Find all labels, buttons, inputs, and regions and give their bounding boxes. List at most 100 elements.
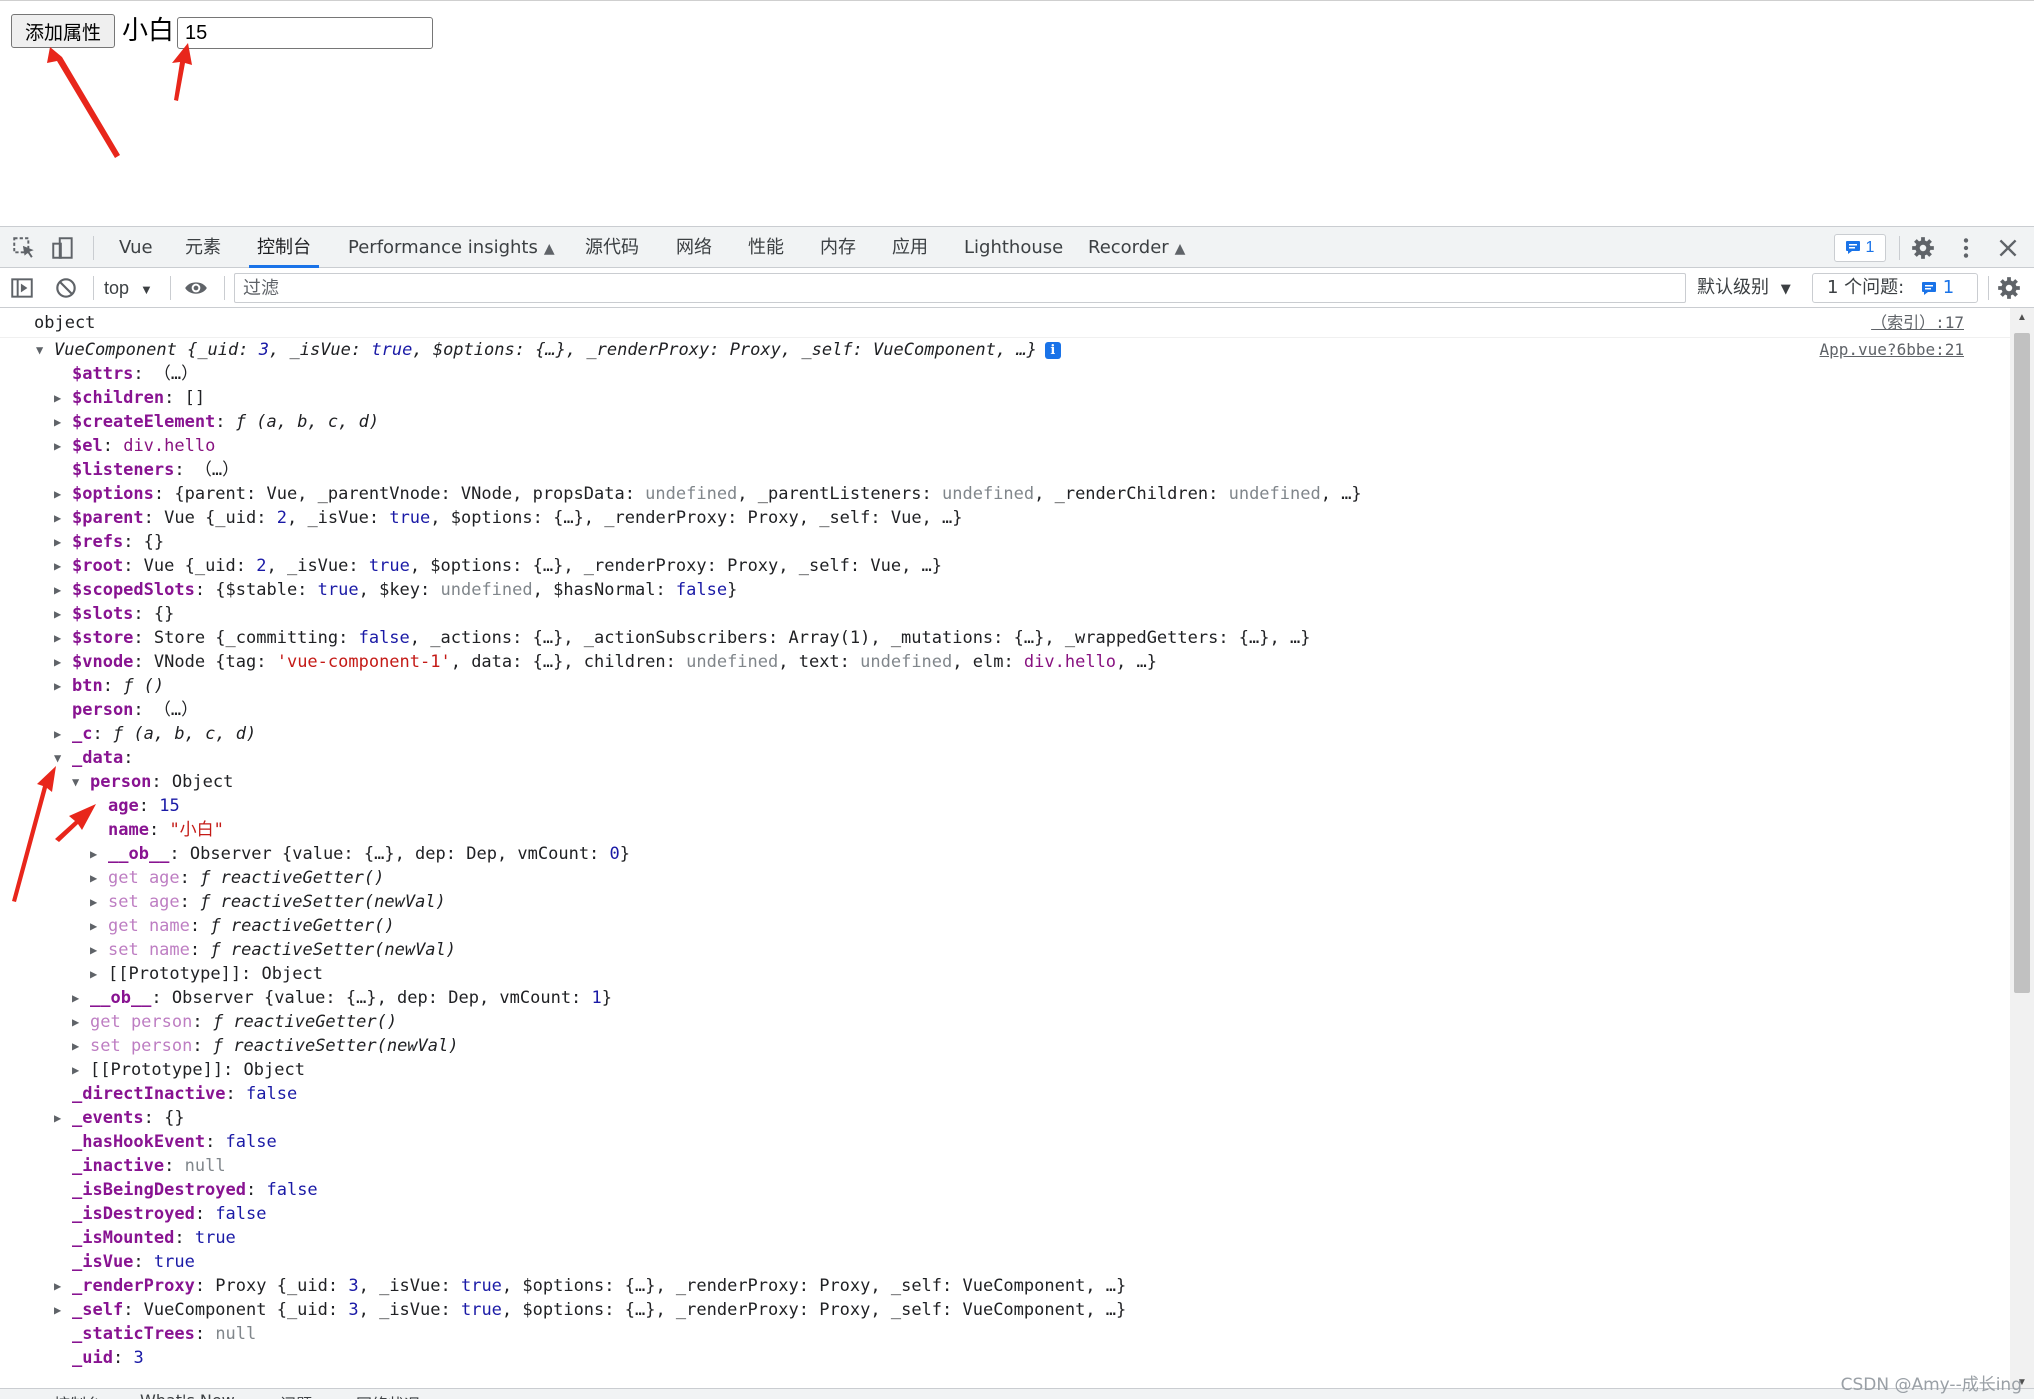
- property-key: _directInactive: [72, 1084, 226, 1104]
- scroll-up-icon[interactable]: ▲: [2017, 312, 2027, 323]
- tab-lighthouse[interactable]: Lighthouse: [964, 227, 1063, 268]
- tree-node-row[interactable]: ▶ [[Prototype]]: Object: [90, 962, 323, 986]
- property-key: $scopedSlots: [72, 580, 195, 600]
- expand-triangle-right-icon[interactable]: ▶: [54, 1298, 72, 1322]
- close-icon[interactable]: [1995, 235, 2021, 261]
- expand-triangle-right-icon[interactable]: ▶: [54, 1106, 72, 1130]
- log-levels-selector[interactable]: 默认级别 ▼: [1697, 274, 1791, 302]
- add-property-button[interactable]: 添加属性: [11, 14, 115, 48]
- tree-node-row[interactable]: ▶ $scopedSlots: {$stable: true, $key: und…: [54, 578, 737, 602]
- tree-node-row[interactable]: ▶ _events: {}: [54, 1106, 185, 1130]
- expand-triangle-right-icon[interactable]: ▶: [54, 554, 72, 578]
- expand-triangle-right-icon[interactable]: ▶: [72, 1058, 90, 1082]
- context-selector[interactable]: top ▼: [104, 274, 153, 302]
- source-link[interactable]: （索引）:17: [1871, 308, 1964, 338]
- tab-recorder[interactable]: Recorder ▲: [1088, 227, 1185, 268]
- tree-node-row[interactable]: ▶ set name: ƒ reactiveSetter(newVal): [90, 938, 456, 962]
- tree-node-row[interactable]: ▶ $createElement: ƒ (a, b, c, d): [54, 410, 379, 434]
- expand-triangle-right-icon[interactable]: ▶: [54, 650, 72, 674]
- tab-application[interactable]: 应用: [892, 227, 928, 268]
- expand-triangle-right-icon[interactable]: ▶: [54, 530, 72, 554]
- expand-triangle-down-icon[interactable]: ▼: [72, 770, 90, 794]
- drawer-tab-issues[interactable]: 问题: [280, 1391, 312, 1399]
- object-source-link[interactable]: App.vue?6bbe:21: [1820, 338, 1965, 362]
- expand-triangle-down-icon[interactable]: ▼: [54, 746, 72, 770]
- expand-triangle-right-icon[interactable]: ▶: [54, 674, 72, 698]
- tree-node-row[interactable]: ▶ _c: ƒ (a, b, c, d): [54, 722, 256, 746]
- inspect-element-icon[interactable]: [11, 235, 37, 261]
- tree-node-row[interactable]: ▶ set person: ƒ reactiveSetter(newVal): [72, 1034, 458, 1058]
- tree-node-row[interactable]: ▼ VueComponent {_uid: 3, _isVue: true, $o…: [36, 338, 1061, 362]
- expand-triangle-right-icon[interactable]: ▶: [90, 938, 108, 962]
- issues-button[interactable]: 1 个问题: 1: [1812, 273, 1978, 303]
- tree-node-row[interactable]: ▶ $root: Vue {_uid: 2, _isVue: true, $opt…: [54, 554, 942, 578]
- expand-triangle-down-icon[interactable]: ▼: [36, 338, 54, 362]
- expand-triangle-right-icon[interactable]: ▶: [90, 962, 108, 986]
- expand-triangle-right-icon[interactable]: ▶: [54, 506, 72, 530]
- tree-node-row[interactable]: ▶ [[Prototype]]: Object: [72, 1058, 305, 1082]
- expand-triangle-right-icon[interactable]: ▶: [90, 842, 108, 866]
- expand-triangle-right-icon[interactable]: ▶: [72, 1034, 90, 1058]
- tree-node-row[interactable]: ▶ $refs: {}: [54, 530, 164, 554]
- tree-node-row[interactable]: ▶ $el: div.hello: [54, 434, 215, 458]
- property-key: _isMounted: [72, 1228, 175, 1248]
- tab-elements[interactable]: 元素: [185, 227, 221, 268]
- drawer-tab-console[interactable]: 控制台: [54, 1391, 102, 1399]
- property-value: , $hasNormal:: [532, 580, 676, 600]
- console-settings-gear-icon[interactable]: [1996, 275, 2022, 301]
- tree-node-row[interactable]: ▶ __ob__: Observer {value: {…}, dep: Dep,…: [90, 842, 630, 866]
- tree-node-row[interactable]: ▶ __ob__: Observer {value: {…}, dep: Dep,…: [72, 986, 612, 1010]
- tab-performance-insights[interactable]: Performance insights ▲: [348, 227, 555, 268]
- expand-triangle-right-icon[interactable]: ▶: [54, 434, 72, 458]
- drawer-tab-whats-new[interactable]: What's New: [140, 1391, 235, 1399]
- expand-triangle-right-icon[interactable]: ▶: [54, 386, 72, 410]
- property-value: : {$stable:: [194, 580, 318, 600]
- tree-node-row[interactable]: ▶ btn: ƒ (): [54, 674, 164, 698]
- expand-triangle-right-icon[interactable]: ▶: [54, 626, 72, 650]
- expand-triangle-right-icon[interactable]: ▶: [54, 602, 72, 626]
- more-options-icon[interactable]: [1953, 235, 1979, 261]
- tab-network[interactable]: 网络: [676, 227, 712, 268]
- tab-performance[interactable]: 性能: [748, 227, 784, 268]
- tree-node-row[interactable]: ▶ set age: ƒ reactiveSetter(newVal): [90, 890, 446, 914]
- expand-triangle-right-icon[interactable]: ▶: [90, 914, 108, 938]
- expand-triangle-right-icon[interactable]: ▶: [72, 986, 90, 1010]
- scroll-thumb[interactable]: [2014, 333, 2030, 993]
- expand-triangle-right-icon[interactable]: ▶: [90, 866, 108, 890]
- tab-sources[interactable]: 源代码: [585, 227, 639, 268]
- drawer-tab-network-conditions[interactable]: 网络状况: [356, 1391, 420, 1399]
- issues-badge-button[interactable]: 1: [1834, 234, 1886, 262]
- tree-node-row[interactable]: ▶ _renderProxy: Proxy {_uid: 3, _isVue: t…: [54, 1274, 1126, 1298]
- tree-node-row[interactable]: ▶ $vnode: VNode {tag: 'vue-component-1', …: [54, 650, 1157, 674]
- device-toolbar-icon[interactable]: [50, 235, 76, 261]
- tree-node-row[interactable]: ▼ person: Object: [72, 770, 233, 794]
- tab-memory[interactable]: 内存: [820, 227, 856, 268]
- info-icon[interactable]: i: [1044, 341, 1061, 359]
- person-age-input[interactable]: [177, 17, 433, 49]
- tree-node-row[interactable]: ▼ _data:: [54, 746, 133, 770]
- tree-node-row[interactable]: ▶ $store: Store {_committing: false, _act…: [54, 626, 1310, 650]
- expand-triangle-right-icon[interactable]: ▶: [54, 482, 72, 506]
- tree-node-row[interactable]: ▶ get age: ƒ reactiveGetter(): [90, 866, 384, 890]
- live-expression-eye-icon[interactable]: [183, 275, 209, 301]
- clear-console-icon[interactable]: [53, 275, 79, 301]
- expand-triangle-right-icon[interactable]: ▶: [54, 410, 72, 434]
- sidebar-toggle-icon[interactable]: [9, 275, 35, 301]
- tree-node-row[interactable]: ▶ $parent: Vue {_uid: 2, _isVue: true, $o…: [54, 506, 963, 530]
- expand-triangle-right-icon[interactable]: ▶: [72, 1010, 90, 1034]
- expand-triangle-right-icon[interactable]: ▶: [54, 1274, 72, 1298]
- tree-node-row[interactable]: ▶ get person: ƒ reactiveGetter(): [72, 1010, 397, 1034]
- tree-node-row[interactable]: ▶ $children: []: [54, 386, 205, 410]
- settings-gear-icon[interactable]: [1910, 235, 1936, 261]
- tree-node-row[interactable]: ▶ _self: VueComponent {_uid: 3, _isVue: t…: [54, 1298, 1126, 1322]
- tree-node-row[interactable]: ▶ $slots: {}: [54, 602, 174, 626]
- tab-console[interactable]: 控制台: [249, 227, 319, 268]
- tree-node-row[interactable]: ▶ get name: ƒ reactiveGetter(): [90, 914, 395, 938]
- expand-triangle-right-icon[interactable]: ▶: [54, 578, 72, 602]
- tab-vue[interactable]: Vue: [119, 227, 153, 268]
- console-filter-input[interactable]: [234, 273, 1686, 303]
- tree-node-row[interactable]: ▶ $options: {parent: Vue, _parentVnode: V…: [54, 482, 1362, 506]
- expand-triangle-right-icon[interactable]: ▶: [54, 722, 72, 746]
- expand-triangle-right-icon[interactable]: ▶: [90, 890, 108, 914]
- console-scrollbar[interactable]: ▲ ▼: [2010, 308, 2034, 1388]
